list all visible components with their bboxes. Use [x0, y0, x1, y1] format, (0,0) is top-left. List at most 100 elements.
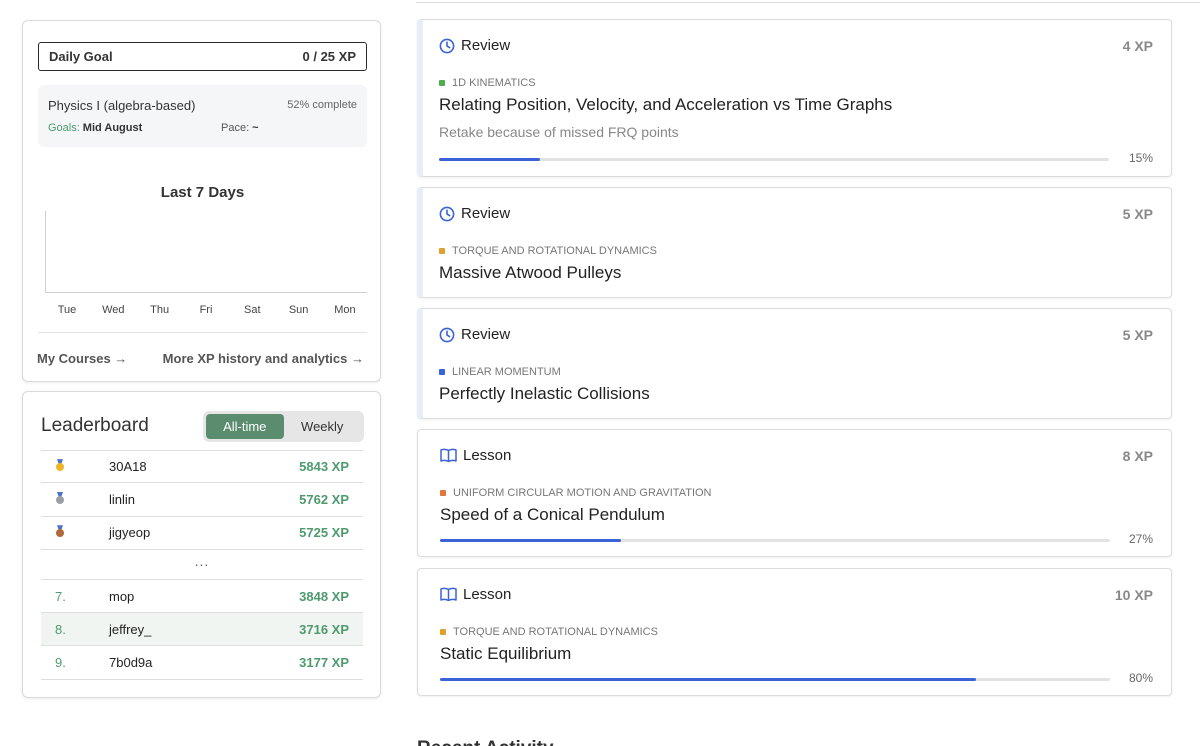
my-courses-link[interactable]: My Courses → — [37, 351, 127, 366]
task-xp: 5 XP — [1122, 206, 1153, 222]
task-title: Massive Atwood Pulleys — [439, 263, 622, 282]
task-topic-label: TORQUE AND ROTATIONAL DYNAMICS — [453, 626, 658, 638]
top-divider — [416, 2, 1200, 3]
task-card[interactable]: Review 4 XP 1D KINEMATICS Relating Position… — [417, 19, 1172, 177]
task-progress-fill — [439, 158, 540, 161]
task-topic: 1D KINEMATICS — [439, 77, 536, 89]
task-type-label: Lesson — [463, 447, 512, 464]
chart-x-tick-label: Wed — [102, 304, 125, 316]
task-type-label: Review — [461, 37, 511, 54]
leaderboard-rank — [41, 525, 109, 540]
task-xp: 5 XP — [1122, 327, 1153, 343]
chart-x-tick-label: Fri — [199, 304, 213, 316]
leaderboard-row[interactable]: 30A18 5843 XP — [41, 450, 363, 484]
leaderboard-toggle: All-time Weekly — [203, 411, 364, 442]
leaderboard-username: jeffrey_ — [109, 621, 152, 637]
pace-value: ~ — [252, 122, 259, 134]
tab-all-time[interactable]: All-time — [206, 414, 284, 439]
goals-label: Goals: — [48, 122, 80, 134]
task-type: Lesson — [440, 447, 511, 464]
clock-icon — [439, 206, 455, 222]
tab-weekly[interactable]: Weekly — [284, 414, 362, 439]
recent-activity-heading: Recent Activity — [417, 738, 554, 746]
task-progress-text: 80% — [1128, 671, 1153, 685]
leaderboard-username: 30A18 — [109, 459, 147, 475]
task-type: Review — [439, 37, 510, 54]
pace-label: Pace: — [221, 122, 250, 134]
leaderboard-row[interactable]: 7. mop 3848 XP — [41, 580, 363, 614]
task-xp: 8 XP — [1122, 448, 1153, 464]
leaderboard-username: jigyeop — [109, 525, 151, 541]
task-topic: LINEAR MOMENTUM — [439, 366, 561, 378]
task-progress-bar — [440, 539, 1110, 542]
leaderboard-row[interactable]: linlin 5762 XP — [41, 483, 363, 517]
chart-x-tick-label: Sat — [244, 304, 261, 316]
task-progress-bar — [439, 158, 1109, 161]
clock-icon — [439, 327, 455, 343]
task-type-label: Review — [461, 326, 511, 343]
task-progress-fill — [440, 678, 976, 681]
leaderboard-xp: 5843 XP — [299, 459, 349, 475]
task-card[interactable]: Review 5 XP LINEAR MOMENTUM Perfectly Inela… — [417, 308, 1172, 419]
task-type: Lesson — [440, 586, 511, 603]
leaderboard-row[interactable]: 9. 7b0d9a 3177 XP — [41, 646, 363, 680]
task-title: Static Equilibrium — [440, 644, 572, 663]
leaderboard-ellipsis: ... — [41, 550, 363, 580]
goals-value: Mid August — [82, 122, 143, 134]
silver-medal-icon — [55, 491, 65, 504]
leaderboard-title: Leaderboard — [41, 415, 149, 436]
task-type-label: Review — [461, 205, 511, 222]
task-card[interactable]: Lesson 10 XP TORQUE AND ROTATIONAL DYNAMIC… — [417, 568, 1172, 696]
topic-color-dot — [439, 369, 445, 375]
task-progress-text: 27% — [1128, 532, 1153, 546]
course-card[interactable]: Physics I (algebra-based) 52% complete G… — [38, 85, 367, 147]
task-title: Perfectly Inelastic Collisions — [439, 384, 650, 403]
gold-medal-icon — [55, 459, 65, 472]
active-indicator — [417, 152, 423, 176]
task-type: Review — [439, 205, 510, 222]
course-goals: Goals: Mid August — [48, 122, 142, 134]
task-progress-fill — [440, 539, 621, 542]
task-xp: 4 XP — [1122, 38, 1153, 54]
leaderboard-row[interactable]: jigyeop 5725 XP — [41, 517, 363, 550]
topic-color-dot — [439, 248, 445, 254]
leaderboard-username: linlin — [109, 491, 136, 507]
task-card[interactable]: Review 5 XP TORQUE AND ROTATIONAL DYNAMICS… — [417, 187, 1172, 298]
leaderboard-panel: Leaderboard All-time Weekly 30A18 5843 XP… — [22, 391, 381, 698]
chart-x-tick-label: Thu — [150, 304, 170, 316]
chart-x-tick-label: Sun — [288, 304, 309, 316]
divider — [38, 332, 367, 333]
leaderboard-xp: 5762 XP — [299, 491, 349, 507]
task-title: Relating Position, Velocity, and Acceler… — [439, 95, 893, 114]
task-title: Speed of a Conical Pendulum — [440, 505, 665, 524]
topic-color-dot — [440, 629, 446, 635]
leaderboard-rank: 8. — [55, 621, 66, 637]
task-topic-label: 1D KINEMATICS — [452, 77, 536, 89]
chart-x-tick-labels: Tue Wed Thu Fri Sat Sun Mon — [45, 304, 367, 316]
task-note: Retake because of missed FRQ points — [439, 124, 679, 140]
leaderboard-table: 30A18 5843 XP linlin 5762 XP jigyeop 5725 XP.… — [41, 450, 363, 680]
chart-x-tick-label: Tue — [57, 304, 77, 316]
leaderboard-row[interactable]: 8. jeffrey_ 3716 XP — [41, 613, 363, 647]
clock-icon — [439, 38, 455, 54]
xp-history-link[interactable]: More XP history and analytics → — [163, 351, 364, 366]
daily-goal-label: Daily Goal — [49, 49, 113, 64]
leaderboard-rank: 9. — [55, 655, 66, 671]
task-progress-text: 15% — [1128, 151, 1153, 165]
daily-goal-bar[interactable]: Daily Goal 0 / 25 XP — [38, 42, 367, 71]
task-topic-label: LINEAR MOMENTUM — [452, 366, 561, 378]
leaderboard-username: 7b0d9a — [109, 655, 153, 671]
leaderboard-xp: 3716 XP — [299, 621, 349, 637]
course-pace: Pace: ~ — [221, 122, 259, 134]
topic-color-dot — [440, 490, 446, 496]
book-icon — [440, 587, 457, 602]
task-xp: 10 XP — [1114, 587, 1153, 603]
task-card[interactable]: Lesson 8 XP UNIFORM CIRCULAR MOTION AND GR… — [417, 429, 1172, 557]
course-name: Physics I (algebra-based) — [48, 98, 196, 113]
chart-title: Last 7 Days — [160, 184, 245, 201]
task-progress-bar — [440, 678, 1110, 681]
task-topic: UNIFORM CIRCULAR MOTION AND GRAVITATION — [440, 487, 712, 499]
course-progress-text: 52% complete — [287, 99, 357, 111]
leaderboard-username: mop — [109, 588, 135, 604]
topic-color-dot — [439, 80, 445, 86]
